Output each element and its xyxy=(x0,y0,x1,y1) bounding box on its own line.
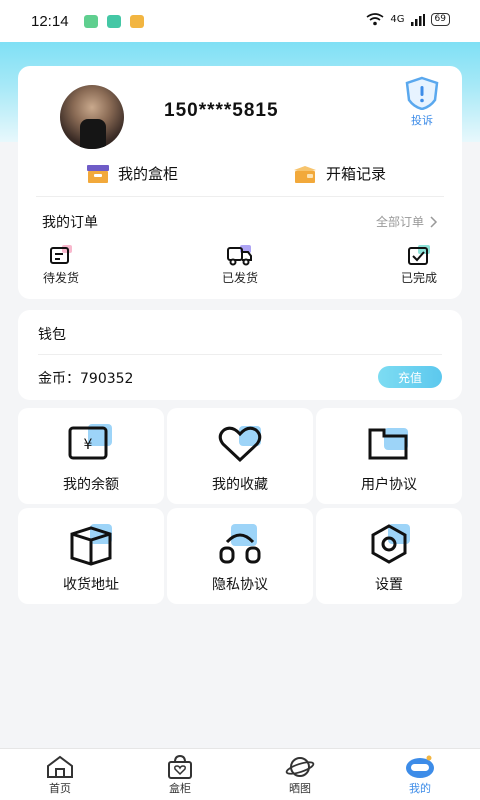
pending-ship-icon xyxy=(50,245,72,264)
network-label: 4G xyxy=(390,14,405,25)
tab-mine[interactable]: 我的 xyxy=(390,755,450,796)
divider xyxy=(38,354,442,355)
tab-share-photos[interactable]: 晒图 xyxy=(270,755,330,796)
menu-shipping-address-label: 收货地址 xyxy=(63,577,119,593)
coins-value: 790352 xyxy=(80,371,134,387)
all-orders-link[interactable]: 全部订单 xyxy=(376,213,438,230)
notification-app-icon xyxy=(130,15,144,28)
menu-grid: ¥ 我的余额 我的收藏 用户协议 收货地址 隐私协议 设置 xyxy=(18,408,462,604)
signal-icon xyxy=(410,13,425,26)
status-indicators: 4G 69 xyxy=(366,13,450,26)
orders-title: 我的订单 xyxy=(42,215,98,231)
menu-privacy-policy-label: 隐私协议 xyxy=(212,577,268,593)
shipped-label: 已发货 xyxy=(221,271,258,285)
order-completed[interactable]: 已完成 xyxy=(384,244,454,286)
home-icon xyxy=(47,755,73,778)
check-icon xyxy=(408,245,430,265)
bag-icon xyxy=(168,755,192,779)
divider xyxy=(36,196,444,197)
my-box-cabinet-link[interactable]: 我的盒柜 xyxy=(86,163,178,184)
all-orders-label: 全部订单 xyxy=(375,215,424,229)
menu-settings[interactable]: 设置 xyxy=(316,508,462,604)
status-time: 12:14 xyxy=(31,13,69,30)
open-box-icon xyxy=(294,165,316,183)
order-pending-ship[interactable]: 待发货 xyxy=(26,244,96,286)
wallet-title: 钱包 xyxy=(38,327,66,343)
bottom-tab-bar: 首页 盒柜 晒图 我的 xyxy=(0,748,480,800)
menu-my-balance-label: 我的余额 xyxy=(63,477,119,493)
box-icon xyxy=(87,164,109,183)
svg-text:¥: ¥ xyxy=(84,437,93,453)
battery-indicator: 69 xyxy=(430,13,450,26)
avatar[interactable] xyxy=(60,85,124,149)
my-box-cabinet-label: 我的盒柜 xyxy=(118,165,179,183)
coins-balance: 金币：790352 xyxy=(38,368,133,388)
menu-settings-label: 设置 xyxy=(375,577,403,593)
menu-my-favorites-label: 我的收藏 xyxy=(212,477,268,493)
menu-user-agreement[interactable]: 用户协议 xyxy=(316,408,462,504)
order-shipped[interactable]: 已发货 xyxy=(205,244,275,286)
status-bar: 12:14 4G 69 xyxy=(0,0,480,42)
tab-home[interactable]: 首页 xyxy=(30,755,90,796)
menu-my-balance[interactable]: ¥ 我的余额 xyxy=(18,408,164,504)
coins-label: 金币： xyxy=(38,371,80,387)
menu-user-agreement-label: 用户协议 xyxy=(361,477,417,493)
shield-alert-icon xyxy=(405,76,439,111)
tab-box-cabinet-label: 盒柜 xyxy=(169,782,191,795)
settings-icon xyxy=(371,524,410,564)
agreement-icon xyxy=(368,428,408,460)
heart-icon xyxy=(218,426,262,463)
wifi-icon xyxy=(366,13,384,26)
package-icon xyxy=(70,524,112,566)
tab-mine-label: 我的 xyxy=(409,782,431,795)
complain-label: 投诉 xyxy=(411,114,433,127)
profile-card: 150****5815 投诉 我的盒柜 开箱记录 我的订单 全部订单 待发货 已… xyxy=(18,66,462,299)
notification-app-icon xyxy=(84,15,98,28)
quick-links: 我的盒柜 开箱记录 xyxy=(18,159,462,193)
profile-icon xyxy=(406,755,434,778)
menu-privacy-policy[interactable]: 隐私协议 xyxy=(167,508,313,604)
open-box-record-link[interactable]: 开箱记录 xyxy=(292,163,386,184)
balance-icon: ¥ xyxy=(68,424,112,460)
notification-app-icon xyxy=(107,15,121,28)
tab-share-photos-label: 晒图 xyxy=(289,782,311,795)
open-box-record-label: 开箱记录 xyxy=(326,165,387,183)
planet-icon xyxy=(285,757,315,777)
recharge-button[interactable]: 充值 xyxy=(378,366,442,388)
user-phone: 150****5815 xyxy=(164,100,279,121)
completed-label: 已完成 xyxy=(400,271,437,285)
pending-ship-label: 待发货 xyxy=(42,271,79,285)
tab-home-label: 首页 xyxy=(49,782,71,795)
complain-button[interactable]: 投诉 xyxy=(402,76,442,127)
tab-box-cabinet[interactable]: 盒柜 xyxy=(150,755,210,796)
privacy-icon xyxy=(219,524,261,564)
wallet-card: 钱包 金币：790352 充值 xyxy=(18,310,462,400)
truck-icon xyxy=(227,245,252,266)
menu-shipping-address[interactable]: 收货地址 xyxy=(18,508,164,604)
chevron-right-icon xyxy=(430,215,438,228)
menu-my-favorites[interactable]: 我的收藏 xyxy=(167,408,313,504)
